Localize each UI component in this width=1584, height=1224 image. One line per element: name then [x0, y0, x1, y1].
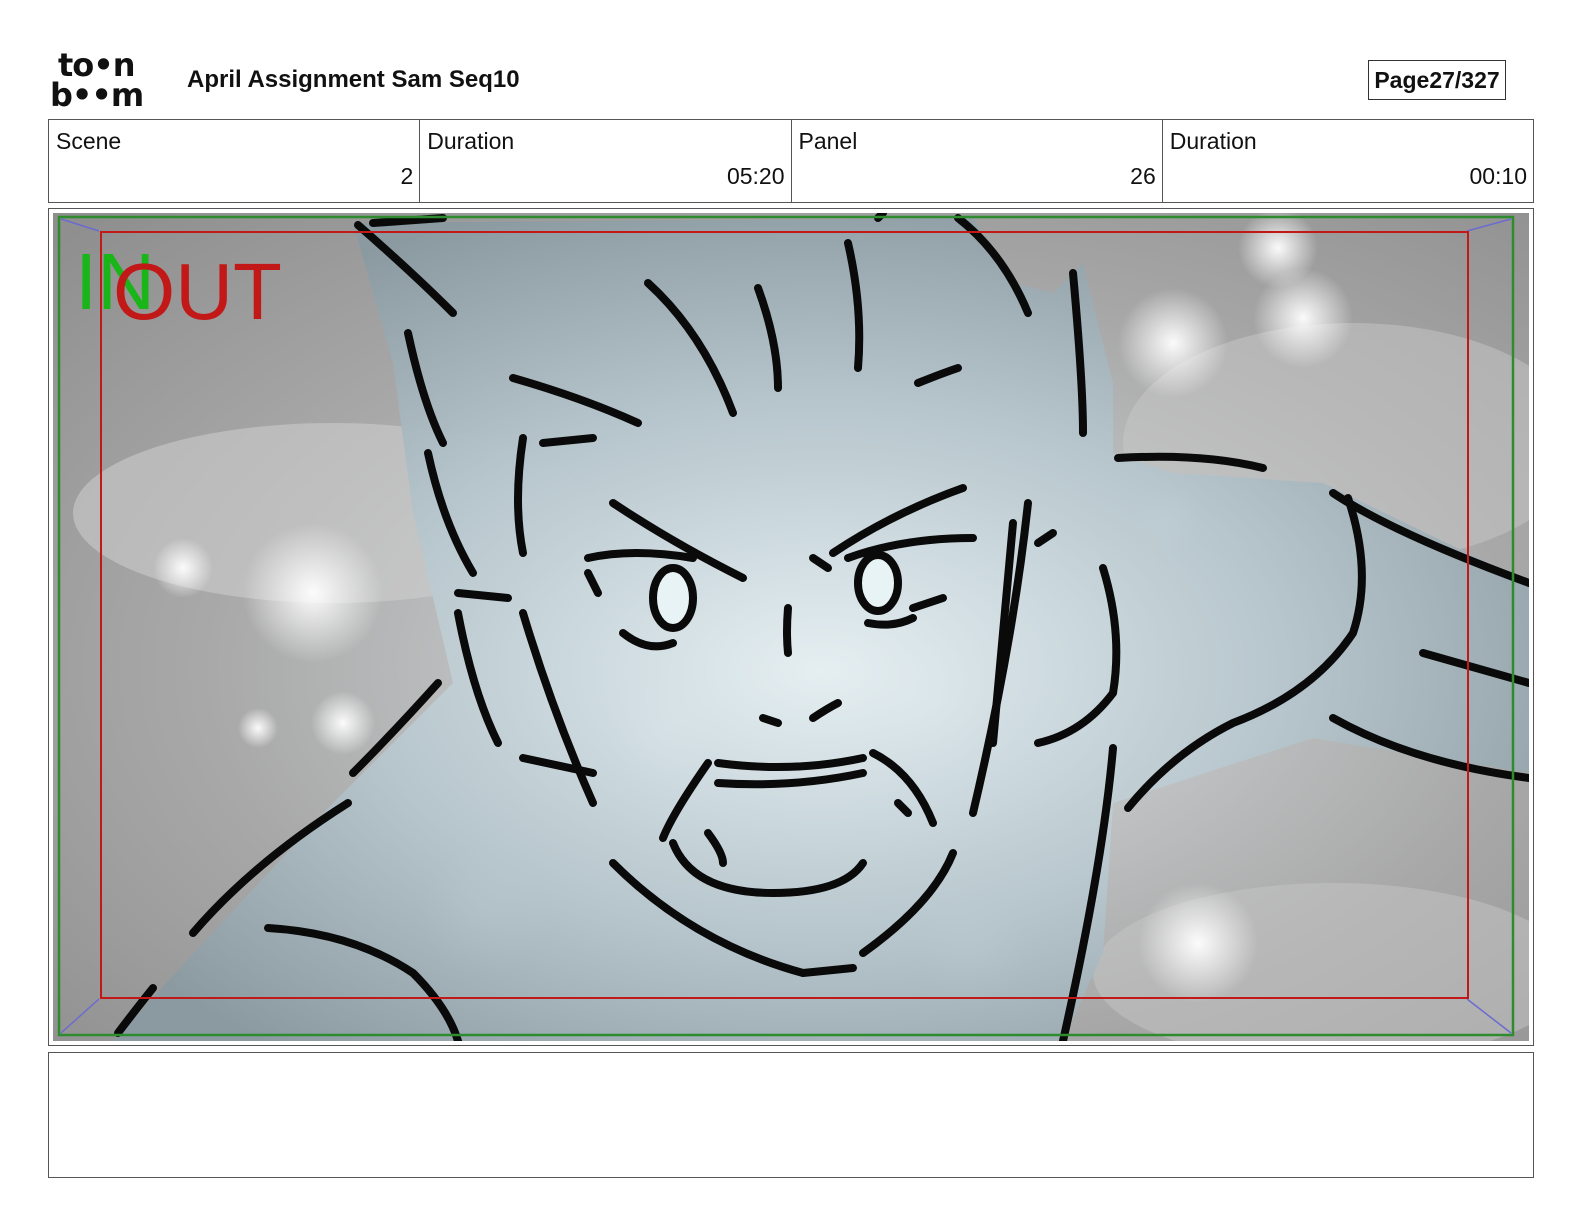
- panel-duration-value: 00:10: [1469, 163, 1527, 189]
- page-label: Page: [1374, 66, 1430, 93]
- panel-duration-cell: Duration 00:10: [1163, 120, 1533, 202]
- scene-duration-value: 05:20: [726, 163, 785, 189]
- page-indicator: Page 27/327: [1368, 60, 1506, 100]
- panel-drawing: IN OUT: [53, 213, 1529, 1041]
- storyboard-panel: IN OUT: [48, 208, 1534, 1046]
- scene-duration-label: Duration: [427, 128, 515, 154]
- logo-bottom-text: b••m: [50, 76, 144, 114]
- scene-label: Scene: [56, 128, 122, 154]
- eye-left: [649, 564, 697, 632]
- panel-value: 26: [1130, 163, 1156, 189]
- panel-info-table: Scene 2 Duration 05:20 Panel 26 Duration…: [48, 119, 1534, 203]
- scene-duration-cell: Duration 05:20: [420, 120, 792, 202]
- panel-duration-label: Duration: [1169, 128, 1257, 154]
- caption-box[interactable]: [48, 1052, 1534, 1178]
- panel-cell: Panel 26: [792, 120, 1163, 202]
- panel-label: Panel: [798, 128, 858, 154]
- scene-value: 2: [400, 163, 414, 189]
- toonboom-logo: to•n b••m: [50, 49, 166, 114]
- scene-cell: Scene 2: [49, 120, 421, 202]
- page-number: 27/327: [1429, 66, 1500, 93]
- eye-right: [854, 551, 902, 615]
- out-marker: OUT: [113, 247, 282, 336]
- document-title: April Assignment Sam Seq10: [187, 66, 520, 93]
